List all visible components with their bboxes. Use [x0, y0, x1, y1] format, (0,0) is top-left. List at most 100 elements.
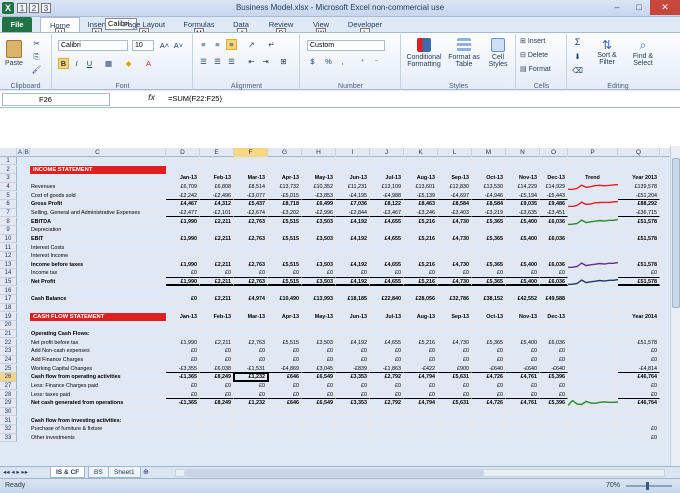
cell-m23[interactable]: £0 [472, 347, 506, 356]
autosum-button[interactable]: Σ [572, 37, 583, 48]
cell-k28[interactable]: £0 [404, 390, 438, 399]
wrap-text-icon[interactable]: ↵ [266, 39, 277, 50]
cell-h19[interactable]: May-13 [302, 312, 336, 322]
cell-l1[interactable] [438, 157, 472, 166]
fx-icon[interactable]: fx [148, 93, 155, 102]
cell-k25[interactable]: -£422 [404, 364, 438, 373]
cell-j14[interactable]: £0 [370, 269, 404, 278]
cell-q20[interactable] [618, 321, 660, 330]
cell-l8[interactable]: £4,730 [438, 217, 472, 226]
cell-f32[interactable] [234, 425, 268, 434]
cell-k22[interactable]: £5,216 [404, 338, 438, 348]
align-top-icon[interactable]: ≡ [198, 39, 209, 50]
cell-e30[interactable] [200, 407, 234, 417]
cell-n32[interactable] [506, 425, 540, 434]
borders-icon[interactable]: ▦ [103, 58, 114, 69]
cell-m17[interactable]: £38,152 [472, 295, 506, 304]
row-label[interactable]: Cash flow from operating activities [30, 373, 166, 382]
cell-o11[interactable] [540, 243, 568, 252]
cell-l2[interactable] [438, 165, 472, 175]
cell-o20[interactable] [540, 321, 568, 330]
cell-f3[interactable]: Mar-13 [234, 174, 268, 183]
cell-o3[interactable]: Dec-13 [540, 174, 568, 183]
cell-l25[interactable]: £900 [438, 364, 472, 373]
cell-f20[interactable] [234, 321, 268, 330]
row-label[interactable]: Add Finance Charges [30, 356, 166, 365]
row-label[interactable]: Less: Finance Charges paid [30, 382, 166, 391]
row-header[interactable]: 29 [0, 399, 17, 408]
cell-g10[interactable]: £5,515 [268, 234, 302, 244]
number-format-select[interactable]: Custom [307, 40, 385, 51]
cell-q2[interactable] [618, 165, 660, 175]
cell-h28[interactable]: £0 [302, 390, 336, 399]
cell-f33[interactable] [234, 433, 268, 443]
cell-d31[interactable] [166, 416, 200, 425]
row-label[interactable]: Cash Balance [30, 295, 166, 304]
sheet-tab-is-cf[interactable]: IS & CF [50, 467, 86, 478]
cell-n11[interactable] [506, 243, 540, 252]
new-sheet-icon[interactable]: ⊕ [143, 468, 149, 476]
section-header-band[interactable]: INCOME STATEMENT [30, 165, 166, 175]
cell-i14[interactable]: £0 [336, 269, 370, 278]
cell-h13[interactable]: £3,503 [302, 260, 336, 270]
cell-d24[interactable]: £0 [166, 355, 200, 365]
cell-d6[interactable]: £4,467 [166, 200, 200, 209]
cell-f2[interactable] [234, 165, 268, 175]
cell-p16[interactable] [568, 286, 618, 296]
conditional-formatting-button[interactable]: Conditional Formatting [404, 38, 444, 68]
cell-j32[interactable] [370, 425, 404, 434]
cell-l16[interactable] [438, 286, 472, 296]
format-painter-icon[interactable]: 🖌 [31, 64, 42, 75]
section-header-band[interactable]: CASH FLOW STATEMENT [30, 312, 166, 322]
cell-d2[interactable] [166, 165, 200, 175]
cell-h8[interactable]: £3,503 [302, 217, 336, 226]
cell-styles-button[interactable]: Cell Styles [484, 38, 512, 68]
row-label[interactable]: Net profit before tax [30, 339, 166, 348]
cell-g13[interactable]: £5,515 [268, 260, 302, 270]
cell-e3[interactable]: Feb-13 [200, 174, 234, 183]
cell-e20[interactable] [200, 321, 234, 330]
cell-l5[interactable]: -£4,697 [438, 191, 472, 200]
cell-q26[interactable]: £46,764 [618, 373, 660, 382]
underline-button[interactable]: U [84, 58, 95, 69]
cell-n2[interactable] [506, 165, 540, 175]
cell-n23[interactable]: £0 [506, 347, 540, 356]
column-header-o[interactable]: O [540, 148, 568, 157]
cell-g16[interactable] [268, 286, 302, 296]
row-label[interactable]: Cost of goods sold [30, 192, 166, 200]
cell-l20[interactable] [438, 321, 472, 330]
cell-h1[interactable] [302, 157, 336, 166]
cell-q30[interactable] [618, 407, 660, 417]
cell-d15[interactable]: £1,990 [166, 278, 200, 287]
cell-h10[interactable]: £3,503 [302, 234, 336, 244]
cell-p28[interactable] [568, 390, 618, 399]
cell-h5[interactable]: -£3,853 [302, 191, 336, 200]
cell-k11[interactable] [404, 243, 438, 252]
cell-j28[interactable]: £0 [370, 390, 404, 399]
cell-d25[interactable]: -£3,355 [166, 364, 200, 373]
cell-p32[interactable] [568, 425, 618, 434]
cell-e16[interactable] [200, 286, 234, 296]
cell-e8[interactable]: £2,211 [200, 217, 234, 226]
cell-p25[interactable] [568, 364, 618, 373]
cell-o30[interactable] [540, 407, 568, 417]
cell-j4[interactable]: £13,109 [370, 182, 404, 192]
cell-e7[interactable]: -£2,101 [200, 208, 234, 218]
cell-d8[interactable]: £1,990 [166, 217, 200, 226]
cell-j16[interactable] [370, 286, 404, 296]
currency-button[interactable]: $ [307, 56, 318, 67]
cell-f25[interactable]: -£1,531 [234, 364, 268, 373]
cell-i7[interactable]: -£2,844 [336, 208, 370, 218]
cell-m12[interactable] [472, 252, 506, 261]
cell-o5[interactable]: -£5,443 [540, 191, 568, 200]
cell-d3[interactable]: Jan-13 [166, 174, 200, 183]
cell-g9[interactable] [268, 226, 302, 235]
fill-icon[interactable]: ⬇ [572, 51, 583, 62]
cell-e13[interactable]: £2,211 [200, 260, 234, 270]
cell-m4[interactable]: £13,530 [472, 182, 506, 192]
cell-m2[interactable] [472, 165, 506, 175]
cell-o26[interactable]: £5,396 [540, 373, 568, 382]
row-header[interactable]: 23 [0, 347, 17, 356]
cell-p14[interactable] [568, 269, 618, 278]
cell-j7[interactable]: -£3,467 [370, 208, 404, 218]
